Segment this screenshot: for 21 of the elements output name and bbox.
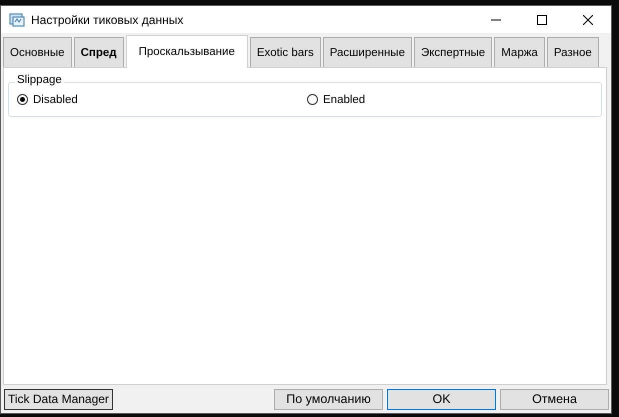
radio-button[interactable] bbox=[307, 94, 318, 105]
radio-label[interactable]: Disabled bbox=[33, 94, 78, 106]
radio-button[interactable] bbox=[17, 94, 28, 105]
tab[interactable]: Спред bbox=[74, 37, 124, 67]
tab[interactable]: Расширенные bbox=[322, 37, 412, 67]
tab[interactable]: Проскальзывание bbox=[126, 35, 248, 68]
close-icon bbox=[583, 14, 593, 24]
group-title: Slippage bbox=[15, 74, 64, 86]
tick-data-manager-button[interactable]: Tick Data Manager bbox=[4, 388, 113, 410]
radio-label[interactable]: Enabled bbox=[323, 94, 366, 106]
dialog-button[interactable]: По умолчанию bbox=[274, 388, 383, 410]
tab[interactable]: Маржа bbox=[494, 37, 545, 67]
dialog-button[interactable]: Отмена bbox=[500, 388, 609, 410]
tab[interactable]: Разное bbox=[546, 37, 599, 67]
tab[interactable]: Exotic bars bbox=[250, 37, 321, 67]
app-icon bbox=[9, 12, 25, 26]
maximize-icon bbox=[537, 14, 547, 24]
tab[interactable]: Основные bbox=[3, 37, 72, 67]
window-title: Настройки тиковых данных bbox=[31, 12, 184, 26]
tab[interactable]: Экспертные bbox=[414, 37, 492, 67]
dialog-button[interactable]: OK bbox=[387, 388, 496, 410]
